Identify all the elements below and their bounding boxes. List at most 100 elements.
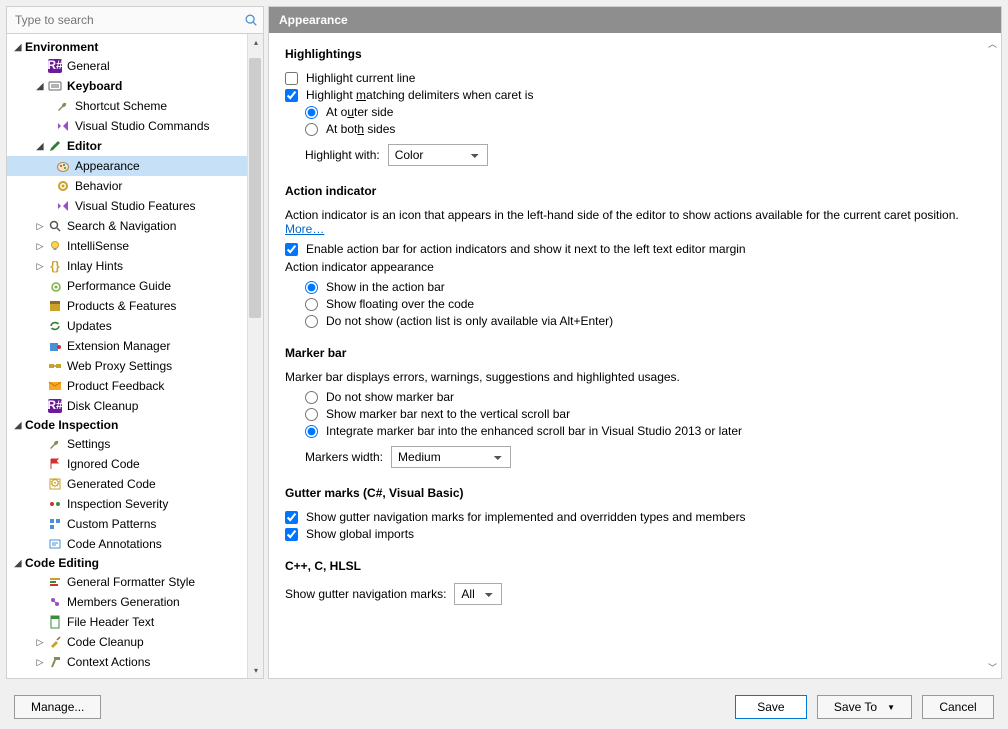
scroll-up-icon[interactable]: ▴	[248, 34, 263, 50]
tree-label: IntelliSense	[67, 239, 129, 253]
tree-label: Custom Patterns	[67, 517, 156, 531]
scroll-down-icon[interactable]: ﹀	[988, 661, 997, 674]
marker-do-not-show-option[interactable]: Do not show marker bar	[305, 390, 981, 404]
tree-shortcut-scheme[interactable]: Shortcut Scheme	[7, 96, 263, 116]
at-outer-side-option[interactable]: At outer side	[305, 105, 981, 119]
expander-icon[interactable]: ▷	[35, 637, 45, 648]
highlight-matching-option[interactable]: Highlight matching delimiters when caret…	[285, 88, 981, 102]
radio[interactable]	[305, 281, 318, 294]
tree-vs-commands[interactable]: Visual Studio Commands	[7, 116, 263, 136]
tree-members[interactable]: Members Generation	[7, 592, 263, 612]
tree-intellisense[interactable]: ▷ IntelliSense	[7, 236, 263, 256]
search-input[interactable]	[11, 9, 243, 31]
tree-code-editing[interactable]: ◢Code Editing	[7, 554, 263, 572]
tree-annotations[interactable]: Code Annotations	[7, 534, 263, 554]
tree-disk-cleanup[interactable]: R#Disk Cleanup	[7, 396, 263, 416]
expander-icon[interactable]: ▷	[35, 657, 45, 668]
tree-settings[interactable]: Settings	[7, 434, 263, 454]
option-label: Do not show marker bar	[326, 390, 454, 404]
checkbox[interactable]	[285, 528, 298, 541]
expander-icon[interactable]: ◢	[13, 420, 23, 431]
checkbox[interactable]	[285, 72, 298, 85]
tree-feedback[interactable]: Product Feedback	[7, 376, 263, 396]
manage-button[interactable]: Manage...	[14, 695, 101, 719]
search-icon[interactable]	[243, 12, 259, 28]
checkbox[interactable]	[285, 89, 298, 102]
expander-icon[interactable]: ▷	[35, 261, 45, 272]
cancel-button[interactable]: Cancel	[922, 695, 994, 719]
cpp-gutter-nav-select[interactable]: All	[454, 583, 502, 605]
more-link[interactable]: More…	[285, 222, 324, 236]
expander-icon[interactable]: ◢	[35, 81, 45, 92]
tree-severity[interactable]: Inspection Severity	[7, 494, 263, 514]
markers-width-select[interactable]: Medium	[391, 446, 511, 468]
tree-search-nav[interactable]: ▷Search & Navigation	[7, 216, 263, 236]
marker-next-to-scroll-option[interactable]: Show marker bar next to the vertical scr…	[305, 407, 981, 421]
radio[interactable]	[305, 408, 318, 421]
highlight-with-select[interactable]: Color	[388, 144, 488, 166]
tree-editor[interactable]: ◢ Editor	[7, 136, 263, 156]
expander-icon[interactable]: ◢	[13, 558, 23, 569]
expander-icon[interactable]: ◢	[35, 141, 45, 152]
tree-file-header[interactable]: File Header Text	[7, 612, 263, 632]
tree-custom-patterns[interactable]: Custom Patterns	[7, 514, 263, 534]
enable-action-bar-option[interactable]: Enable action bar for action indicators …	[285, 242, 981, 256]
do-not-show-option[interactable]: Do not show (action list is only availab…	[305, 314, 981, 328]
tree-keyboard[interactable]: ◢Keyboard	[7, 76, 263, 96]
tree-inlay-hints[interactable]: ▷{}Inlay Hints	[7, 256, 263, 276]
show-in-bar-option[interactable]: Show in the action bar	[305, 280, 981, 294]
tree-general[interactable]: R#General	[7, 56, 263, 76]
scroll-up-icon[interactable]: ︿	[988, 37, 997, 50]
subheading: Action indicator appearance	[285, 260, 981, 274]
tree-vs-features[interactable]: Visual Studio Features	[7, 196, 263, 216]
expander-icon[interactable]: ▷	[35, 241, 45, 252]
tree-label: Generated Code	[67, 477, 156, 491]
tree-label: Editor	[67, 139, 102, 153]
radio[interactable]	[305, 123, 318, 136]
tree-generated[interactable]: ⚙Generated Code	[7, 474, 263, 494]
save-button[interactable]: Save	[735, 695, 807, 719]
radio[interactable]	[305, 298, 318, 311]
at-both-sides-option[interactable]: At both sides	[305, 122, 981, 136]
tree-appearance[interactable]: Appearance	[7, 156, 263, 176]
scroll-down-icon[interactable]: ▾	[248, 662, 263, 678]
highlight-current-line-option[interactable]: Highlight current line	[285, 71, 981, 85]
tree-scrollbar[interactable]: ▴ ▾	[247, 34, 263, 678]
tree-perf-guide[interactable]: Performance Guide	[7, 276, 263, 296]
radio[interactable]	[305, 315, 318, 328]
scroll-thumb[interactable]	[249, 58, 261, 318]
tree-ext-manager[interactable]: Extension Manager	[7, 336, 263, 356]
tree-ignored[interactable]: Ignored Code	[7, 454, 263, 474]
cpp-gutter-nav-field: Show gutter navigation marks: All	[285, 583, 981, 605]
tree-context-actions[interactable]: ▷Context Actions	[7, 652, 263, 672]
checkbox[interactable]	[285, 511, 298, 524]
marker-integrate-option[interactable]: Integrate marker bar into the enhanced s…	[305, 424, 981, 438]
radio[interactable]	[305, 106, 318, 119]
tree-code-inspection[interactable]: ◢Code Inspection	[7, 416, 263, 434]
expander-icon[interactable]: ▷	[35, 221, 45, 232]
markers-width-field: Markers width: Medium	[305, 446, 981, 468]
content-body: ︿ ﹀ Highlightings Highlight current line…	[269, 33, 1001, 678]
option-label: Show gutter navigation marks for impleme…	[306, 510, 746, 524]
braces-icon: {}	[47, 258, 63, 274]
save-to-button[interactable]: Save To▼	[817, 695, 912, 719]
tree-environment[interactable]: ◢Environment	[7, 38, 263, 56]
expander-icon[interactable]: ◢	[13, 42, 23, 53]
tree-products[interactable]: Products & Features	[7, 296, 263, 316]
tree-formatter[interactable]: General Formatter Style	[7, 572, 263, 592]
tree-label: Inspection Severity	[67, 497, 168, 511]
tree-updates[interactable]: Updates	[7, 316, 263, 336]
radio[interactable]	[305, 391, 318, 404]
show-nav-marks-option[interactable]: Show gutter navigation marks for impleme…	[285, 510, 981, 524]
tree-code-cleanup[interactable]: ▷Code Cleanup	[7, 632, 263, 652]
nav-tree: ▴ ▾ ◢Environment R#General ◢Keyboard Sho…	[7, 34, 263, 678]
radio[interactable]	[305, 425, 318, 438]
show-floating-option[interactable]: Show floating over the code	[305, 297, 981, 311]
show-global-imports-option[interactable]: Show global imports	[285, 527, 981, 541]
tree-web-proxy[interactable]: Web Proxy Settings	[7, 356, 263, 376]
resharper-icon: R#	[47, 398, 63, 414]
section-heading: Gutter marks (C#, Visual Basic)	[285, 486, 981, 500]
tree-behavior[interactable]: Behavior	[7, 176, 263, 196]
checkbox[interactable]	[285, 243, 298, 256]
option-label: Show global imports	[306, 527, 414, 541]
